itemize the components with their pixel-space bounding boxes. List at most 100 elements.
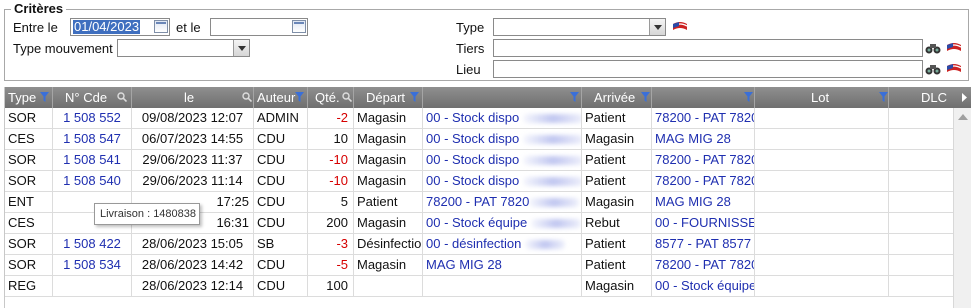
filter-icon[interactable]	[40, 92, 49, 102]
cell-author: CDU	[254, 129, 308, 149]
cell-date: 29/06/2023 11:37	[132, 150, 254, 170]
language-flag-icon[interactable]	[946, 42, 962, 53]
table-row[interactable]: SOR 1 508 541 29/06/2023 11:37 CDU -10 M…	[5, 150, 953, 171]
cell-order-number[interactable]: 1 508 540	[53, 171, 132, 191]
cell-dlc	[889, 255, 953, 275]
filter-icon[interactable]	[570, 92, 579, 102]
column-header-lot[interactable]: Lot	[755, 87, 889, 108]
cell-quantity: 10	[308, 129, 354, 149]
column-header-author[interactable]: Auteur	[254, 87, 308, 108]
language-flag-icon[interactable]	[946, 63, 962, 74]
cell-lot	[755, 108, 889, 128]
redacted-text	[522, 114, 581, 124]
cell-lot	[755, 150, 889, 170]
cell-arrival: Rebut	[582, 213, 652, 233]
column-header-dlc[interactable]: DLC	[889, 87, 971, 108]
search-icon[interactable]	[117, 92, 127, 102]
cell-date: 29/06/2023 11:14	[132, 171, 254, 191]
cell-departure: Patient	[354, 192, 423, 212]
cell-arrival-place: 78200 - PAT 7820	[652, 255, 755, 275]
cell-arrival-place: 78200 - PAT 7820	[652, 108, 755, 128]
chevron-down-icon[interactable]	[233, 40, 249, 56]
cell-type: ENT	[5, 192, 53, 212]
filter-icon[interactable]	[410, 92, 419, 102]
cell-departure-place: 00 - Stock dispo	[423, 129, 582, 149]
cell-departure: Magasin	[354, 129, 423, 149]
table-row[interactable]: REG 28/06/2023 12:14 CDU 100 Magasin 00 …	[5, 276, 953, 297]
binoculars-icon[interactable]	[925, 42, 941, 54]
date-from-field[interactable]: 01/04/2023	[70, 18, 170, 36]
search-icon[interactable]	[242, 92, 252, 102]
scroll-up-arrow-icon[interactable]	[958, 114, 968, 120]
cell-order-number[interactable]: 1 508 534	[53, 255, 132, 275]
column-header-order-number[interactable]: N° Cde	[53, 87, 132, 108]
cell-order-number[interactable]: 1 508 547	[53, 129, 132, 149]
calendar-icon[interactable]	[154, 20, 168, 33]
filter-icon[interactable]	[744, 92, 753, 102]
table-row[interactable]: CES 1 508 547 06/07/2023 14:55 CDU 10 Ma…	[5, 129, 953, 150]
between-label: Entre le	[13, 20, 58, 35]
cell-arrival: Magasin	[582, 192, 652, 212]
cell-departure: Désinfectio	[354, 234, 423, 254]
filter-icon[interactable]	[641, 92, 650, 102]
cell-departure: Magasin	[354, 213, 423, 233]
column-header-departure[interactable]: Départ	[354, 87, 423, 108]
type-select[interactable]	[493, 18, 666, 36]
lieu-input[interactable]	[493, 60, 923, 78]
lieu-label: Lieu	[456, 62, 481, 77]
chevron-right-icon[interactable]	[961, 93, 967, 102]
column-header-date[interactable]: le	[132, 87, 254, 108]
calendar-icon[interactable]	[292, 20, 306, 33]
filter-icon[interactable]	[295, 92, 304, 102]
table-row[interactable]: SOR 1 508 422 28/06/2023 15:05 SB -3 Dés…	[5, 234, 953, 255]
redacted-text	[529, 198, 580, 208]
movements-table: Type N° Cde le Auteur Qté. Départ Arrivé…	[4, 87, 971, 308]
cell-date: 28/06/2023 15:05	[132, 234, 254, 254]
cell-arrival-place: 78200 - PAT 7820	[652, 150, 755, 170]
cell-type: SOR	[5, 150, 53, 170]
language-flag-icon[interactable]	[672, 21, 688, 32]
redacted-text	[522, 156, 581, 166]
cell-arrival-place: 8577 - PAT 8577	[652, 234, 755, 254]
column-header-arrival-place[interactable]	[652, 87, 755, 108]
column-header-arrival[interactable]: Arrivée	[582, 87, 652, 108]
cell-departure-place: 00 - désinfection	[423, 234, 582, 254]
cell-dlc	[889, 276, 953, 296]
movement-type-select[interactable]	[117, 39, 250, 57]
cell-order-number[interactable]: 1 508 541	[53, 150, 132, 170]
cell-quantity: -2	[308, 108, 354, 128]
cell-date: 06/07/2023 14:55	[132, 129, 254, 149]
cell-author: CDU	[254, 276, 308, 296]
cell-quantity: -3	[308, 234, 354, 254]
chevron-down-icon[interactable]	[649, 19, 665, 35]
cell-dlc	[889, 108, 953, 128]
vertical-scrollbar[interactable]	[953, 108, 971, 308]
cell-author: CDU	[254, 171, 308, 191]
date-to-field[interactable]	[210, 18, 308, 36]
table-row[interactable]: SOR 1 508 534 28/06/2023 14:42 CDU -5 Ma…	[5, 255, 953, 276]
redacted-text	[522, 135, 581, 145]
table-row[interactable]: SOR 1 508 552 09/08/2023 12:07 ADMIN -2 …	[5, 108, 953, 129]
cell-author: CDU	[254, 150, 308, 170]
tiers-input[interactable]	[493, 39, 923, 57]
cell-date: 28/06/2023 12:14	[132, 276, 254, 296]
cell-dlc	[889, 150, 953, 170]
filter-icon[interactable]	[879, 92, 888, 102]
cell-arrival-place: 00 - Stock équipe	[652, 276, 755, 296]
column-header-departure-place[interactable]	[423, 87, 582, 108]
cell-order-number[interactable]	[53, 276, 132, 296]
binoculars-icon[interactable]	[925, 63, 941, 75]
cell-order-number[interactable]: 1 508 552	[53, 108, 132, 128]
cell-author: SB	[254, 234, 308, 254]
table-row[interactable]: SOR 1 508 540 29/06/2023 11:14 CDU -10 M…	[5, 171, 953, 192]
cell-departure-place: 00 - Stock équipe	[423, 213, 582, 233]
cell-departure-place: 78200 - PAT 7820	[423, 192, 582, 212]
search-icon[interactable]	[342, 92, 352, 102]
column-header-quantity[interactable]: Qté.	[308, 87, 354, 108]
column-header-type[interactable]: Type	[5, 87, 53, 108]
type-label: Type	[456, 20, 485, 35]
cell-lot	[755, 129, 889, 149]
cell-order-number[interactable]: 1 508 422	[53, 234, 132, 254]
cell-quantity: -5	[308, 255, 354, 275]
cell-author: CDU	[254, 213, 308, 233]
